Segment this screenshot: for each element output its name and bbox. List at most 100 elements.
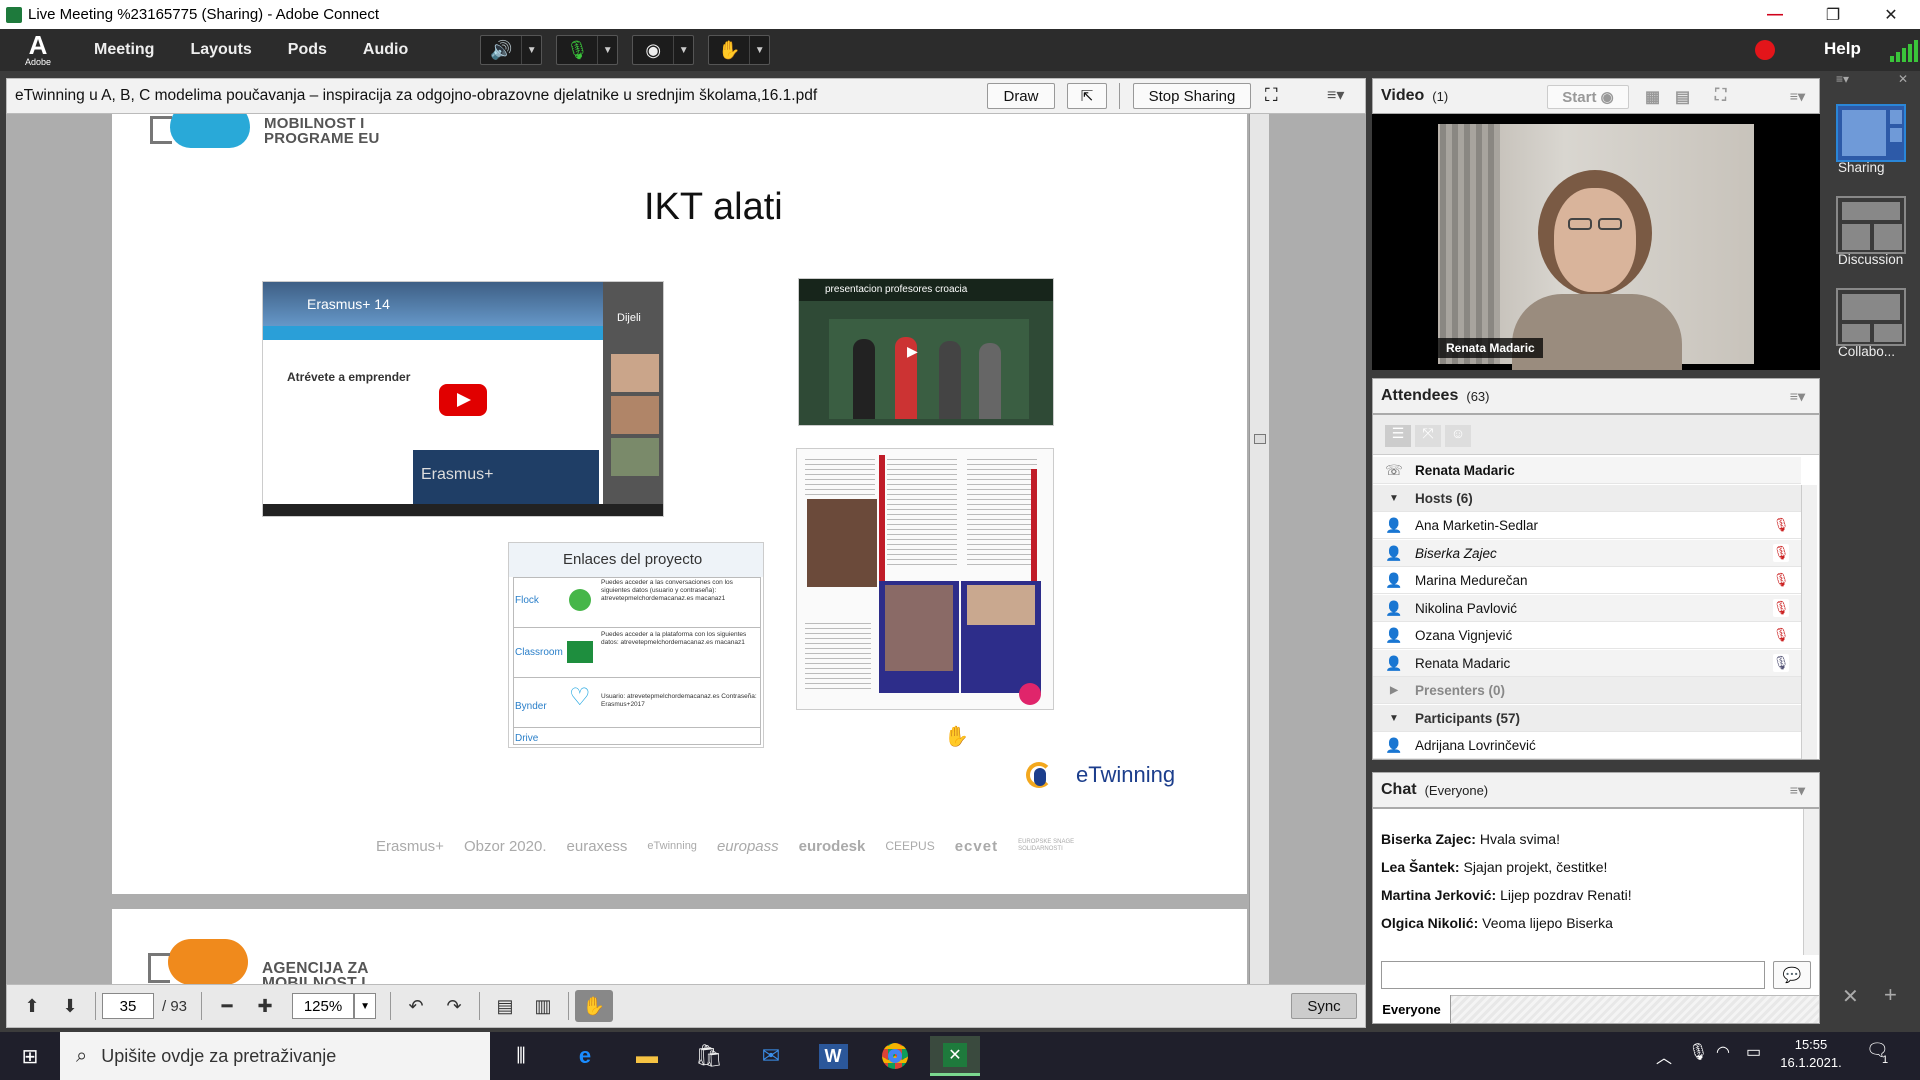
links-row-name: Drive — [515, 733, 539, 744]
windows-start-icon[interactable]: ⊞ — [0, 1044, 60, 1069]
add-layout-icon[interactable]: + — [1884, 982, 1897, 1008]
sync-button[interactable]: Sync — [1291, 993, 1357, 1019]
breakout-view-icon[interactable]: ⤧ — [1415, 425, 1441, 447]
webcam-control[interactable]: ◉ ▼ — [632, 35, 695, 65]
pan-hand-icon[interactable]: ✋ — [575, 990, 614, 1022]
list-item[interactable]: 👤 Renata Madaric 🎙 — [1373, 650, 1801, 677]
fullscreen-video-icon[interactable]: ⛶ — [1715, 87, 1726, 105]
tray-chevron-up-icon[interactable]: ︿ — [1656, 1044, 1672, 1068]
status-view-icon[interactable]: ☺ — [1445, 425, 1471, 447]
layout-settings-icon[interactable]: ✕ — [1842, 984, 1859, 1009]
chevron-down-icon[interactable]: ▼ — [1383, 488, 1405, 508]
chevron-down-icon[interactable]: ▼ — [673, 36, 693, 64]
raise-hand-control[interactable]: ✋ ▼ — [708, 35, 771, 65]
file-explorer-icon[interactable]: ▬ — [622, 1036, 672, 1076]
task-view-icon[interactable]: ⫴ — [496, 1036, 546, 1076]
pointer-icon[interactable]: ⇱ — [1067, 83, 1107, 109]
share-content-area[interactable]: MOBILNOST I PROGRAME EU IKT alati Erasmus… — [6, 114, 1366, 984]
chrome-icon[interactable] — [870, 1036, 920, 1076]
microphone-control[interactable]: 🎙 ▼ — [556, 35, 619, 65]
zoom-out-icon[interactable]: ━ — [208, 990, 246, 1022]
grid-view-icon[interactable]: ▦ — [1645, 87, 1660, 107]
word-icon[interactable]: W — [808, 1036, 858, 1076]
previous-page-icon[interactable]: ⬆ — [13, 990, 51, 1022]
fit-width-icon[interactable]: ▤ — [486, 990, 524, 1022]
layout-collaboration-thumb[interactable] — [1836, 288, 1906, 346]
menu-meeting[interactable]: Meeting — [94, 41, 154, 59]
menu-pods[interactable]: Pods — [288, 41, 327, 59]
share-vertical-scrollbar[interactable] — [1249, 114, 1269, 984]
links-row-text: Puedes acceder a las conversaciones con … — [601, 579, 733, 602]
pod-menu-icon[interactable]: ≡▾ — [1790, 88, 1805, 105]
taskbar-search-box[interactable]: ⌕ Upišite ovdje za pretraživanje — [60, 1032, 490, 1080]
redo-icon[interactable]: ↷ — [435, 990, 473, 1022]
store-icon[interactable]: 🛍 — [684, 1036, 734, 1076]
scrollbar-thumb[interactable] — [1254, 434, 1266, 444]
adobe-connect-taskbar-icon[interactable]: ✕ — [930, 1036, 980, 1076]
microphone-muted-icon: 🎙 — [1772, 571, 1790, 589]
chevron-down-icon[interactable]: ▼ — [597, 36, 617, 64]
menu-layouts[interactable]: Layouts — [190, 41, 251, 59]
list-item[interactable]: 👤 Biserka Zajec 🎙 — [1373, 540, 1801, 567]
list-item[interactable]: 👤 Adrijana Lovrinčević — [1373, 732, 1801, 759]
recording-indicator-icon[interactable] — [1755, 40, 1775, 60]
stop-sharing-button[interactable]: Stop Sharing — [1133, 83, 1251, 109]
chevron-down-icon[interactable]: ▼ — [1383, 708, 1405, 728]
minimize-icon[interactable]: — — [1746, 0, 1804, 29]
participants-group[interactable]: ▼ Participants (57) — [1373, 705, 1801, 732]
draw-button[interactable]: Draw — [987, 83, 1055, 109]
filmstrip-view-icon[interactable]: ▤ — [1675, 87, 1690, 107]
pod-menu-icon[interactable]: ≡▾ — [1327, 85, 1344, 105]
participant-user-icon: 👤 — [1385, 736, 1403, 753]
close-icon[interactable]: ✕ — [1862, 0, 1920, 29]
layout-collaboration-label[interactable]: Collabo... — [1838, 344, 1895, 359]
zoom-dropdown-icon[interactable]: ▼ — [354, 993, 377, 1019]
raise-hand-icon[interactable]: ✋ — [709, 36, 749, 64]
layout-sharing-label[interactable]: Sharing — [1838, 160, 1885, 175]
list-item[interactable]: 👤 Marina Medurečan 🎙 — [1373, 567, 1801, 594]
tray-battery-icon[interactable]: ▭ — [1746, 1042, 1761, 1062]
chat-tab-everyone[interactable]: Everyone — [1373, 995, 1451, 1023]
pod-menu-icon[interactable]: ≡▾ — [1790, 782, 1805, 799]
zoom-select[interactable]: 125% — [292, 993, 355, 1019]
next-page-icon[interactable]: ⬇ — [51, 990, 89, 1022]
chevron-right-icon[interactable]: ▶ — [1383, 680, 1405, 700]
list-item[interactable]: 👤 Ozana Vignjević 🎙 — [1373, 622, 1801, 649]
restore-icon[interactable]: ❐ — [1804, 0, 1862, 29]
chat-message-input[interactable] — [1381, 961, 1765, 989]
chevron-down-icon[interactable]: ▼ — [521, 36, 541, 64]
hosts-group[interactable]: ▼ Hosts (6) — [1373, 485, 1801, 512]
mail-icon[interactable]: ✉ — [746, 1036, 796, 1076]
fit-page-icon[interactable]: ▥ — [524, 990, 562, 1022]
tray-microphone-icon[interactable]: 🎙 — [1688, 1042, 1708, 1062]
chevron-down-icon[interactable]: ▼ — [749, 36, 769, 64]
layout-discussion-thumb[interactable] — [1836, 196, 1906, 254]
presenters-group[interactable]: ▶ Presenters (0) — [1373, 677, 1801, 704]
list-item[interactable]: 👤 Ana Marketin-Sedlar 🎙 — [1373, 512, 1801, 539]
current-user-row[interactable]: ☏ Renata Madaric — [1373, 457, 1801, 484]
speaker-icon[interactable]: 🔊 — [481, 36, 521, 64]
send-message-icon[interactable]: 💬 — [1773, 961, 1811, 989]
attendees-scrollbar[interactable] — [1801, 485, 1817, 759]
speaker-control[interactable]: 🔊 ▼ — [480, 35, 543, 65]
undo-icon[interactable]: ↶ — [397, 990, 435, 1022]
list-item[interactable]: 👤 Nikolina Pavlović 🎙 — [1373, 595, 1801, 622]
tray-clock[interactable]: 15:55 16.1.2021. — [1776, 1036, 1846, 1072]
layout-sharing-thumb[interactable] — [1836, 104, 1906, 162]
fullscreen-icon[interactable]: ⛶ — [1265, 85, 1278, 106]
layouts-bar-menu-icon[interactable]: ≡▾ — [1836, 72, 1849, 86]
list-view-icon[interactable]: ☰ — [1385, 425, 1411, 447]
zoom-in-icon[interactable]: ✚ — [246, 990, 284, 1022]
chat-scrollbar[interactable] — [1803, 809, 1819, 955]
current-page-input[interactable]: 35 — [102, 993, 154, 1019]
webcam-icon[interactable]: ◉ — [633, 36, 673, 64]
menu-audio[interactable]: Audio — [363, 41, 408, 59]
layout-discussion-label[interactable]: Discussion — [1838, 252, 1903, 267]
start-video-button[interactable]: Start ◉ — [1547, 85, 1629, 109]
tray-wifi-icon[interactable]: ◠ — [1716, 1042, 1730, 1062]
help-menu[interactable]: Help — [1824, 39, 1861, 59]
pod-menu-icon[interactable]: ≡▾ — [1790, 388, 1805, 405]
edge-browser-icon[interactable]: e — [560, 1036, 610, 1076]
layouts-bar-collapse-icon[interactable]: ✕ — [1898, 72, 1908, 86]
microphone-icon[interactable]: 🎙 — [557, 36, 597, 64]
